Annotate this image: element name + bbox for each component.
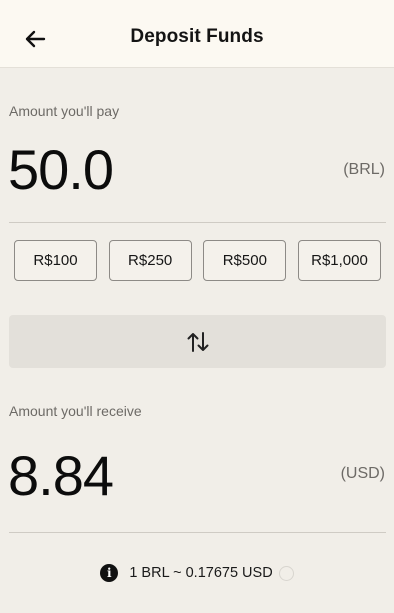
pay-amount-label: Amount you'll pay <box>9 103 120 119</box>
preset-button-250[interactable]: R$250 <box>108 240 192 281</box>
loading-spinner-icon <box>278 565 294 581</box>
swap-vertical-icon <box>187 331 208 352</box>
exchange-rate-text: 1 BRL ~ 0.17675 USD <box>129 565 273 581</box>
exchange-rate-row: i 1 BRL ~ 0.17675 USD <box>0 564 394 582</box>
receive-amount-value: 8.84 <box>8 444 114 507</box>
info-icon[interactable]: i <box>100 564 119 582</box>
receive-currency: (USD) <box>340 465 385 482</box>
swap-currency-button[interactable] <box>9 315 386 368</box>
pay-divider <box>9 222 386 223</box>
page-title: Deposit Funds <box>130 26 264 47</box>
receive-amount-label: Amount you'll receive <box>9 403 142 419</box>
preset-button-1000[interactable]: R$1,000 <box>297 240 381 281</box>
app-header: Deposit Funds <box>0 0 394 68</box>
pay-amount-input[interactable]: 50.0 <box>8 137 114 202</box>
preset-button-100[interactable]: R$100 <box>14 240 97 281</box>
preset-button-500[interactable]: R$500 <box>203 240 287 281</box>
receive-divider <box>9 532 386 533</box>
preset-amounts: R$100 R$250 R$500 R$1,000 <box>14 240 381 281</box>
pay-currency: (BRL) <box>343 161 385 178</box>
